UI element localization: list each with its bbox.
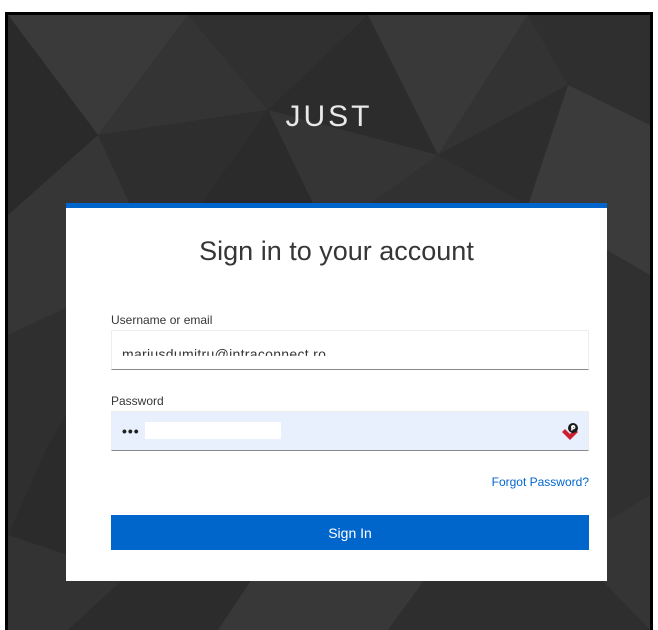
password-masked-value: •••	[122, 423, 140, 439]
username-input[interactable]: mariusdumitru@intraconnect.ro	[111, 330, 589, 370]
login-page-background: JUST Sign in to your account Username or…	[5, 12, 653, 630]
page-frame: JUST Sign in to your account Username or…	[0, 0, 658, 630]
username-value: mariusdumitru@intraconnect.ro	[122, 346, 327, 362]
login-title: Sign in to your account	[199, 236, 474, 266]
login-card: Sign in to your account Username or emai…	[66, 203, 607, 581]
password-input[interactable]: •••	[111, 411, 589, 451]
forgot-password-link[interactable]: Forgot Password?	[492, 475, 589, 489]
sign-in-button[interactable]: Sign In	[111, 515, 589, 550]
username-label: Username or email	[111, 313, 213, 327]
password-redaction	[145, 422, 281, 439]
password-label: Password	[111, 394, 164, 408]
brand-title: JUST	[285, 100, 373, 133]
password-manager-icon[interactable]	[560, 422, 580, 442]
